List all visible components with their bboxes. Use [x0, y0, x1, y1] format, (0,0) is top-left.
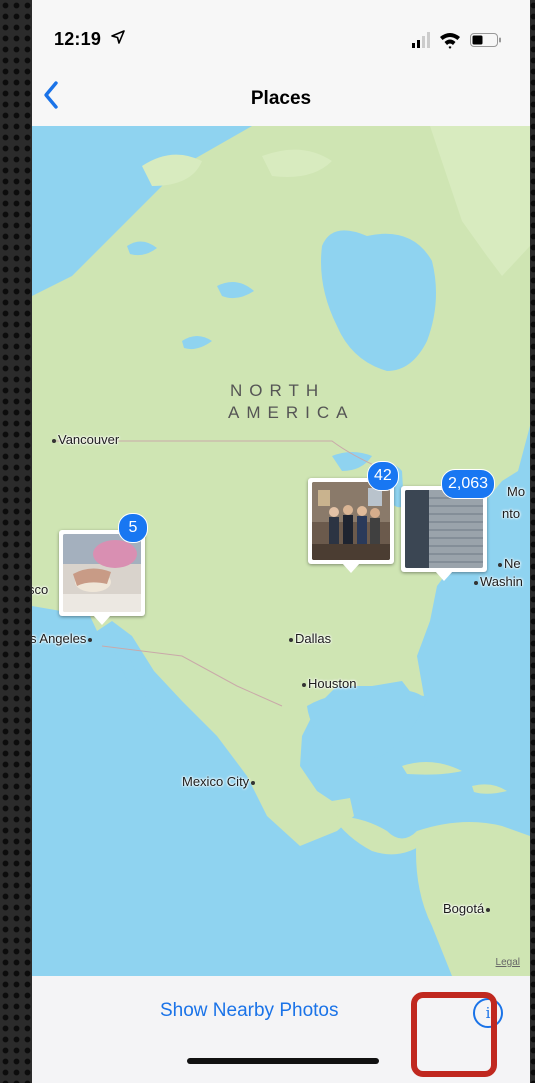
cluster-count-badge: 5 — [118, 513, 148, 543]
city-label-dallas: Dallas — [289, 631, 331, 646]
city-label-vancouver: Vancouver — [52, 432, 119, 447]
cluster-thumbnail — [405, 490, 483, 568]
map-view[interactable]: NORTH AMERICA Vancouver sco s Angeles Da… — [32, 126, 530, 976]
cluster-count-badge: 2,063 — [441, 469, 496, 499]
status-bar: 12:19 — [32, 0, 530, 80]
status-icons — [412, 31, 508, 54]
pin-pointer — [93, 615, 111, 625]
battery-icon — [470, 33, 501, 47]
photo-cluster-midwest[interactable]: 42 — [308, 461, 399, 573]
phone-screen: 12:19 Places NORTH AMERICA Vancouver co … — [32, 0, 530, 1083]
city-label-montreal: Mo — [507, 484, 526, 499]
info-button-highlight — [411, 992, 497, 1077]
city-label-new-york: Ne — [498, 556, 521, 571]
city-label-washington: Washin — [474, 574, 523, 589]
city-label-toronto: nto — [502, 506, 521, 521]
city-label-bogota: Bogotá — [443, 901, 492, 916]
home-indicator — [187, 1058, 379, 1064]
continent-label: NORTH AMERICA — [228, 381, 355, 422]
pin-pointer — [342, 563, 360, 573]
navigation-bar: Places — [32, 80, 530, 126]
cluster-thumbnail — [63, 534, 141, 612]
city-label-los-angeles: s Angeles — [32, 631, 94, 646]
photo-cluster-northeast[interactable]: 2,063 — [401, 469, 496, 581]
wifi-icon — [440, 33, 460, 49]
city-label-san-francisco: sco — [32, 582, 49, 597]
city-label-mexico-city: Mexico City — [182, 774, 257, 789]
cellular-signal-icon — [412, 32, 430, 48]
cluster-thumbnail — [312, 482, 390, 560]
cluster-count-badge: 42 — [367, 461, 399, 491]
pin-pointer — [435, 571, 453, 581]
photo-cluster-west-coast[interactable]: 5 — [59, 513, 148, 625]
status-time: 12:19 — [54, 29, 102, 49]
page-title: Places — [250, 88, 312, 109]
city-label-houston: Houston — [302, 676, 356, 691]
location-arrow-icon — [111, 30, 125, 44]
show-nearby-photos-button[interactable]: Show Nearby Photos — [160, 1000, 339, 1022]
legal-link[interactable]: Legal — [496, 957, 520, 968]
